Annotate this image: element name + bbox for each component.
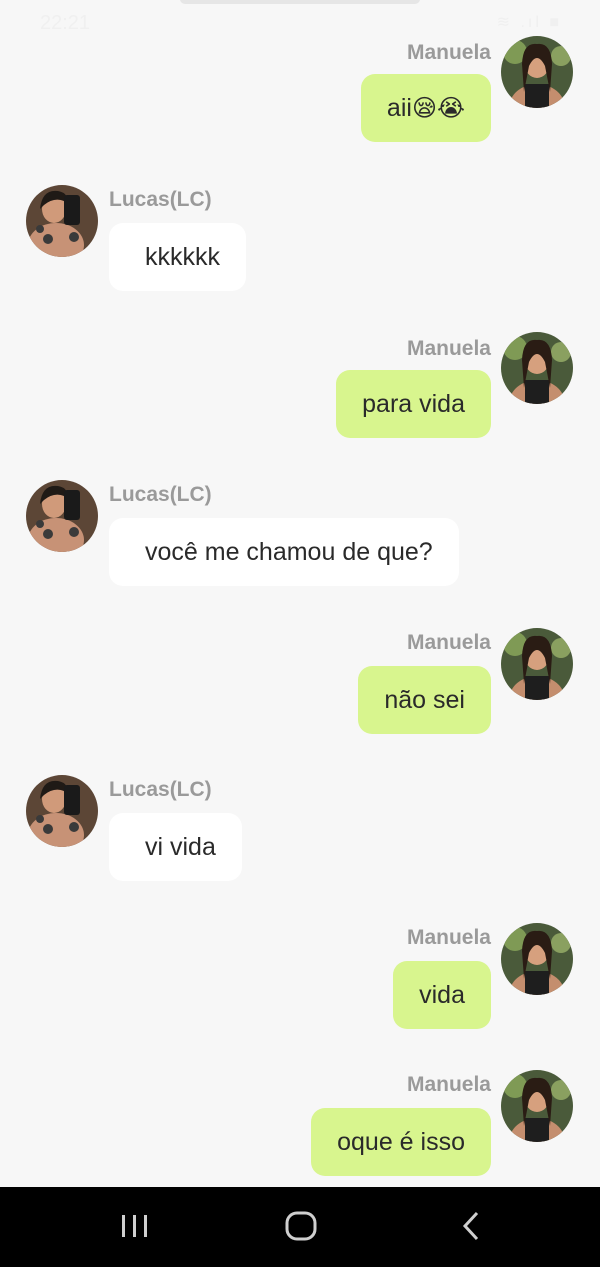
avatar-image — [26, 185, 98, 257]
manuela-avatar[interactable] — [501, 923, 573, 995]
lucas-avatar[interactable] — [26, 480, 98, 552]
sender-name: Manuela — [406, 337, 491, 360]
navigation-bar — [0, 1187, 600, 1267]
avatar-image — [501, 628, 573, 700]
message-text: vida — [419, 981, 465, 1009]
manuela-avatar[interactable] — [501, 36, 573, 108]
home-icon[interactable] — [284, 1209, 318, 1248]
message-bubble-sent[interactable]: oque é isso — [311, 1108, 491, 1176]
back-icon[interactable] — [455, 1209, 489, 1248]
manuela-avatar[interactable] — [501, 628, 573, 700]
sender-name: Manuela — [406, 1073, 491, 1096]
message-emoji: 😪😭 — [411, 94, 465, 122]
lucas-avatar[interactable] — [26, 185, 98, 257]
message-text: kkkkkk — [145, 243, 220, 271]
message-bubble-received[interactable]: vi vida — [109, 813, 242, 881]
recent-apps-icon[interactable] — [118, 1209, 152, 1248]
sender-name: Lucas(LC) — [109, 778, 212, 801]
sender-name: Manuela — [406, 926, 491, 949]
message-text: vi vida — [145, 833, 216, 861]
manuela-avatar[interactable] — [501, 1070, 573, 1142]
message-text: aii — [386, 94, 412, 122]
avatar-image — [26, 775, 98, 847]
avatar-image — [501, 923, 573, 995]
message-text: você me chamou de que? — [145, 538, 433, 566]
sender-name: Lucas(LC) — [109, 483, 212, 506]
avatar-image — [501, 332, 573, 404]
chat-area[interactable]: Manuela aii😪😭 Lucas(LC) kkkkkk Manuela p… — [0, 0, 600, 1187]
message-bubble-sent[interactable]: para vida — [336, 370, 491, 438]
sender-name: Manuela — [406, 41, 491, 64]
message-text: não sei — [384, 686, 465, 714]
message-bubble-received[interactable]: você me chamou de que? — [109, 518, 459, 586]
lucas-avatar[interactable] — [26, 775, 98, 847]
manuela-avatar[interactable] — [501, 332, 573, 404]
message-text: oque é isso — [337, 1128, 465, 1156]
avatar-image — [501, 1070, 573, 1142]
message-bubble-sent[interactable]: não sei — [358, 666, 491, 734]
avatar-image — [26, 480, 98, 552]
message-bubble-sent[interactable]: vida — [393, 961, 491, 1029]
message-bubble-received[interactable]: kkkkkk — [109, 223, 246, 291]
sender-name: Manuela — [406, 631, 491, 654]
avatar-image — [501, 36, 573, 108]
message-text: para vida — [362, 390, 465, 418]
sender-name: Lucas(LC) — [109, 188, 212, 211]
message-bubble-sent[interactable]: aii😪😭 — [360, 74, 491, 142]
